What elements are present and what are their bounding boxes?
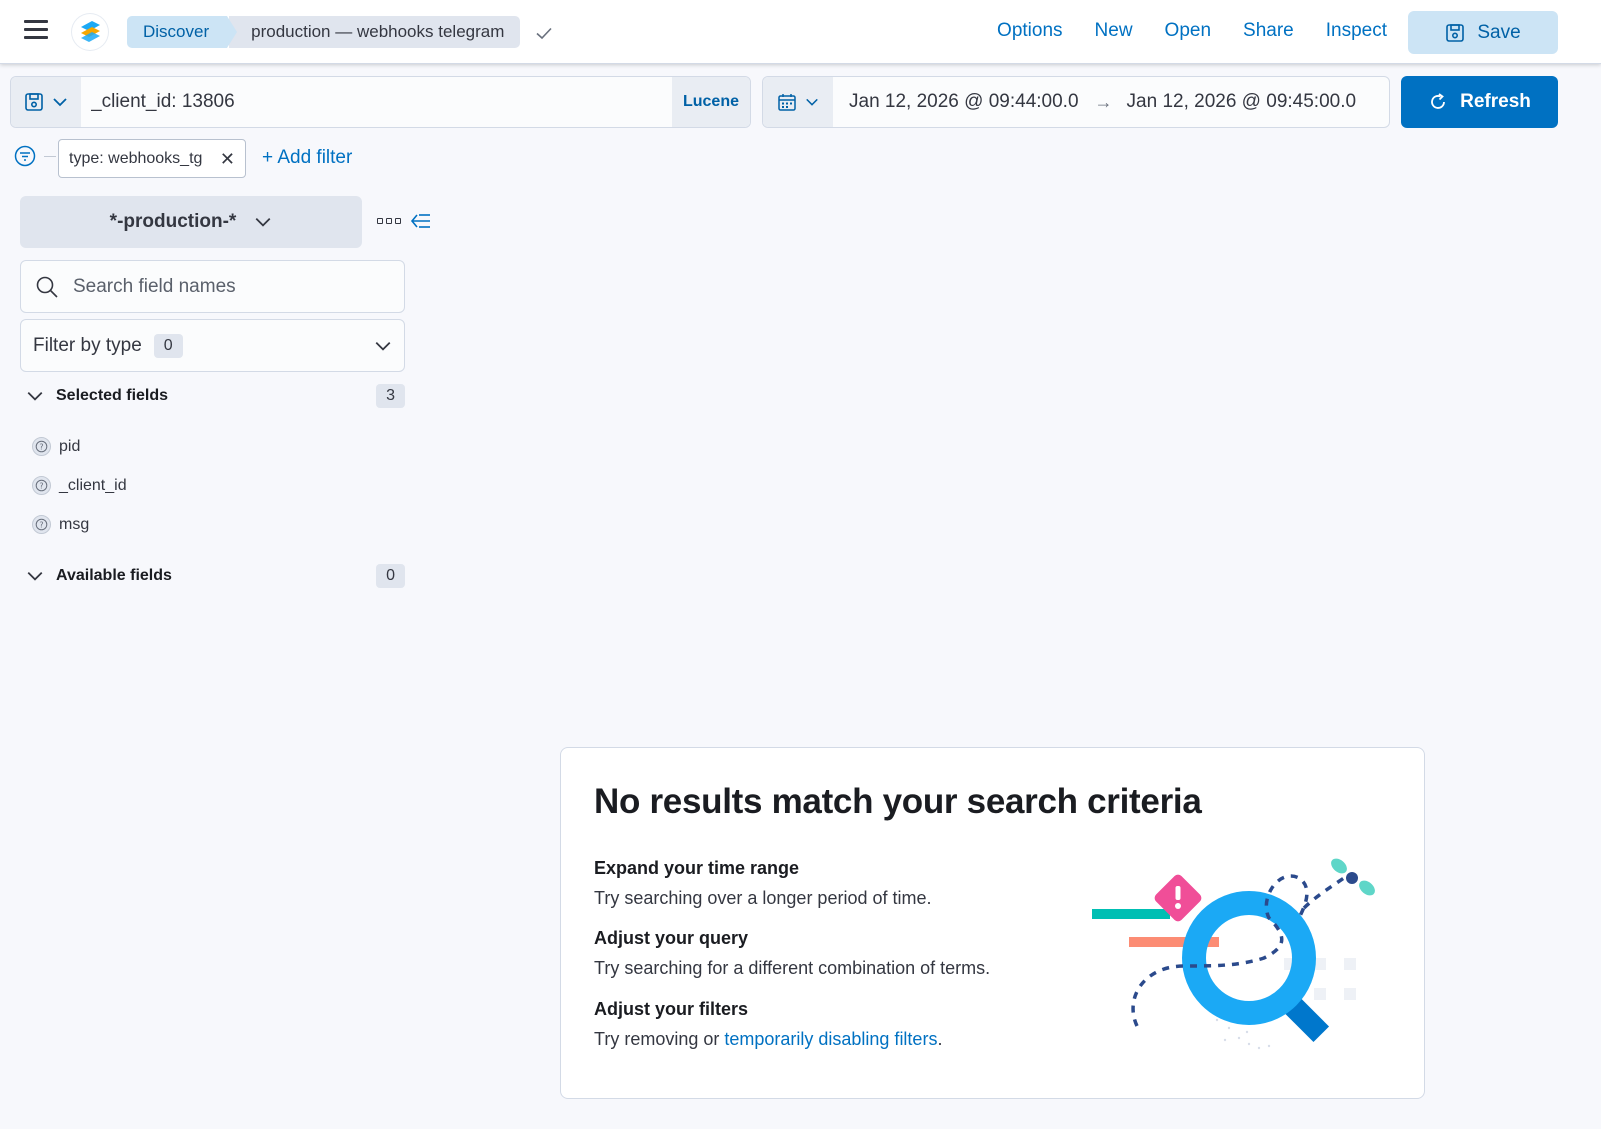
- refresh-icon: [1431, 93, 1446, 109]
- open-link[interactable]: Open: [1165, 20, 1211, 42]
- unknown-type-icon: ?: [32, 515, 51, 534]
- tip-text: Try removing or temporarily disabling fi…: [594, 1029, 942, 1050]
- svg-text:?: ?: [39, 481, 43, 490]
- tip-text: Try searching for a different combinatio…: [594, 958, 991, 978]
- magnifying-glass-illustration: [1092, 858, 1375, 1050]
- selected-fields-label: Selected fields: [56, 387, 169, 404]
- field-item-pid[interactable]: ? pid: [32, 437, 80, 456]
- filter-divider: [44, 156, 56, 157]
- chevron-down-icon: [27, 571, 43, 581]
- no-results-panel: No results match your search criteria Ex…: [560, 747, 1425, 1099]
- svg-text:?: ?: [39, 520, 43, 529]
- save-button[interactable]: Save: [1408, 11, 1558, 54]
- field-search: [20, 260, 405, 313]
- top-nav-links: Options New Open Share Inspect: [997, 20, 1387, 42]
- breadcrumb-current: production — webhooks telegram: [229, 16, 521, 48]
- end-date[interactable]: Jan 12, 2026 @ 09:45:00.0: [1127, 91, 1357, 113]
- field-item-msg[interactable]: ? msg: [32, 515, 89, 534]
- options-link[interactable]: Options: [997, 20, 1062, 42]
- chevron-down-icon: [27, 391, 43, 401]
- breadcrumb-discover[interactable]: Discover: [127, 16, 238, 48]
- share-link[interactable]: Share: [1243, 20, 1294, 42]
- available-fields-toggle[interactable]: Available fields 0: [20, 562, 405, 590]
- save-label: Save: [1477, 21, 1521, 43]
- check-icon[interactable]: [534, 23, 554, 43]
- search-field-names-input[interactable]: [73, 275, 373, 298]
- query-bar: Lucene: [10, 76, 751, 128]
- available-fields-label: Available fields: [56, 567, 172, 584]
- disable-filters-link[interactable]: temporarily disabling filters: [724, 1029, 937, 1049]
- available-fields-count: 0: [376, 564, 405, 588]
- index-pattern-label: *-production-*: [109, 211, 237, 232]
- field-name: pid: [59, 437, 81, 455]
- search-icon: [36, 276, 58, 298]
- filter-count-badge: 0: [153, 333, 183, 358]
- tip-title: Expand your time range: [594, 858, 800, 878]
- top-header: Discover production — webhooks telegram …: [0, 0, 1601, 64]
- index-pattern-selector[interactable]: *-production-*: [20, 196, 362, 248]
- tip-text-after: .: [937, 1029, 943, 1049]
- filter-by-type-dropdown[interactable]: Filter by type 0: [20, 319, 405, 372]
- collapse-sidebar-icon[interactable]: [410, 211, 432, 231]
- close-icon[interactable]: ✕: [220, 150, 235, 168]
- start-date[interactable]: Jan 12, 2026 @ 09:44:00.0: [849, 91, 1079, 113]
- quick-date-button[interactable]: [763, 77, 833, 127]
- butterfly-icon: [1331, 858, 1375, 896]
- refresh-label: Refresh: [1460, 91, 1531, 112]
- new-link[interactable]: New: [1095, 20, 1133, 42]
- arrow-right-icon: →: [1094, 91, 1113, 112]
- add-filter-button[interactable]: + Add filter: [262, 147, 352, 169]
- svg-text:?: ?: [39, 442, 43, 451]
- tip-title: Adjust your filters: [594, 999, 749, 1019]
- breadcrumb: Discover production — webhooks telegram: [127, 16, 521, 48]
- app-logo[interactable]: [72, 14, 108, 50]
- refresh-button[interactable]: Refresh: [1401, 76, 1558, 128]
- field-name: msg: [59, 515, 90, 533]
- filter-pill[interactable]: type: webhooks_tg ✕: [58, 139, 246, 178]
- date-picker: Jan 12, 2026 @ 09:44:00.0 → Jan 12, 2026…: [762, 76, 1390, 128]
- field-item-client-id[interactable]: ? _client_id: [32, 476, 127, 495]
- save-icon: [1446, 23, 1465, 42]
- tip-text-before: Try removing or: [594, 1029, 725, 1049]
- filter-by-type-label: Filter by type: [33, 334, 142, 356]
- chevron-down-icon: [255, 217, 271, 227]
- chevron-down-icon: [375, 341, 391, 351]
- tip-text: Try searching over a longer period of ti…: [594, 888, 932, 908]
- saved-query-button[interactable]: [11, 77, 81, 127]
- filter-pill-label: type: webhooks_tg: [69, 149, 203, 167]
- save-icon: [25, 93, 43, 111]
- menu-icon[interactable]: [24, 20, 48, 42]
- chevron-down-icon: [53, 98, 67, 107]
- inspect-link[interactable]: Inspect: [1326, 20, 1387, 42]
- filter-icon[interactable]: [14, 145, 36, 167]
- logo-icon: [81, 21, 100, 42]
- field-name: _client_id: [59, 476, 127, 494]
- selected-fields-toggle[interactable]: Selected fields 3: [20, 382, 405, 410]
- calendar-icon: [778, 94, 796, 111]
- unknown-type-icon: ?: [32, 476, 51, 495]
- query-language-button[interactable]: Lucene: [672, 77, 750, 127]
- query-input[interactable]: [81, 77, 672, 127]
- chevron-down-icon: [806, 98, 818, 106]
- more-options-icon[interactable]: [377, 218, 401, 224]
- selected-fields-count: 3: [376, 384, 405, 408]
- no-results-title: No results match your search criteria: [594, 782, 1202, 821]
- unknown-type-icon: ?: [32, 437, 51, 456]
- tip-title: Adjust your query: [594, 928, 749, 948]
